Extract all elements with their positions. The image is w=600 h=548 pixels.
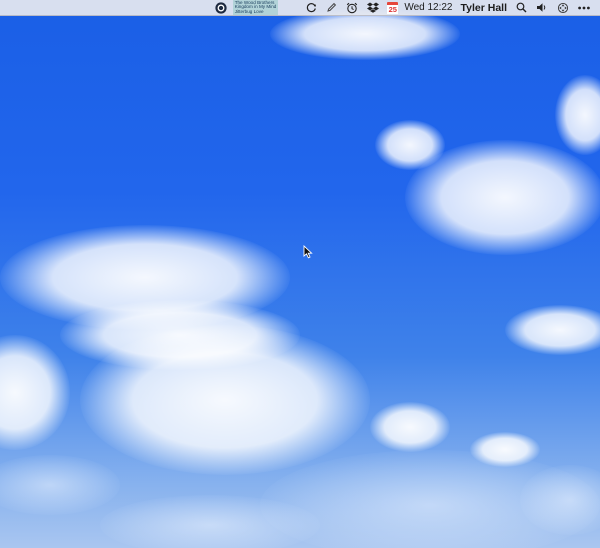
cloud: [370, 402, 450, 452]
pen-icon[interactable]: [326, 0, 337, 16]
search-icon[interactable]: [516, 0, 527, 16]
mouse-pointer-icon: [303, 245, 313, 259]
now-playing-track: Jitterbug Love: [234, 8, 264, 14]
now-playing-widget[interactable]: The Wood Brothers Kingdom in My Mind Jit…: [232, 0, 279, 15]
cloud: [0, 335, 70, 450]
record-app-icon[interactable]: [215, 0, 227, 16]
alarm-clock-icon[interactable]: [346, 0, 358, 16]
volume-icon[interactable]: [536, 0, 548, 16]
cloud-haze: [100, 495, 320, 548]
calendar-icon[interactable]: 25: [387, 1, 399, 14]
cloud: [80, 325, 370, 475]
calendar-day: 25: [387, 4, 399, 14]
more-icon[interactable]: [578, 0, 590, 16]
menu-clock[interactable]: Wed 12:22: [404, 2, 452, 13]
menu-bar: The Wood Brothers Kingdom in My Mind Jit…: [0, 0, 600, 16]
user-name[interactable]: Tyler Hall: [461, 2, 508, 14]
desktop-wallpaper: The Wood Brothers Kingdom in My Mind Jit…: [0, 0, 600, 548]
cloud: [555, 75, 600, 155]
cloud: [405, 140, 600, 255]
cloud-haze: [0, 455, 120, 515]
cloud: [505, 305, 600, 355]
dropbox-icon[interactable]: [367, 0, 380, 16]
sync-icon[interactable]: [306, 0, 317, 16]
network-icon[interactable]: [557, 0, 569, 16]
